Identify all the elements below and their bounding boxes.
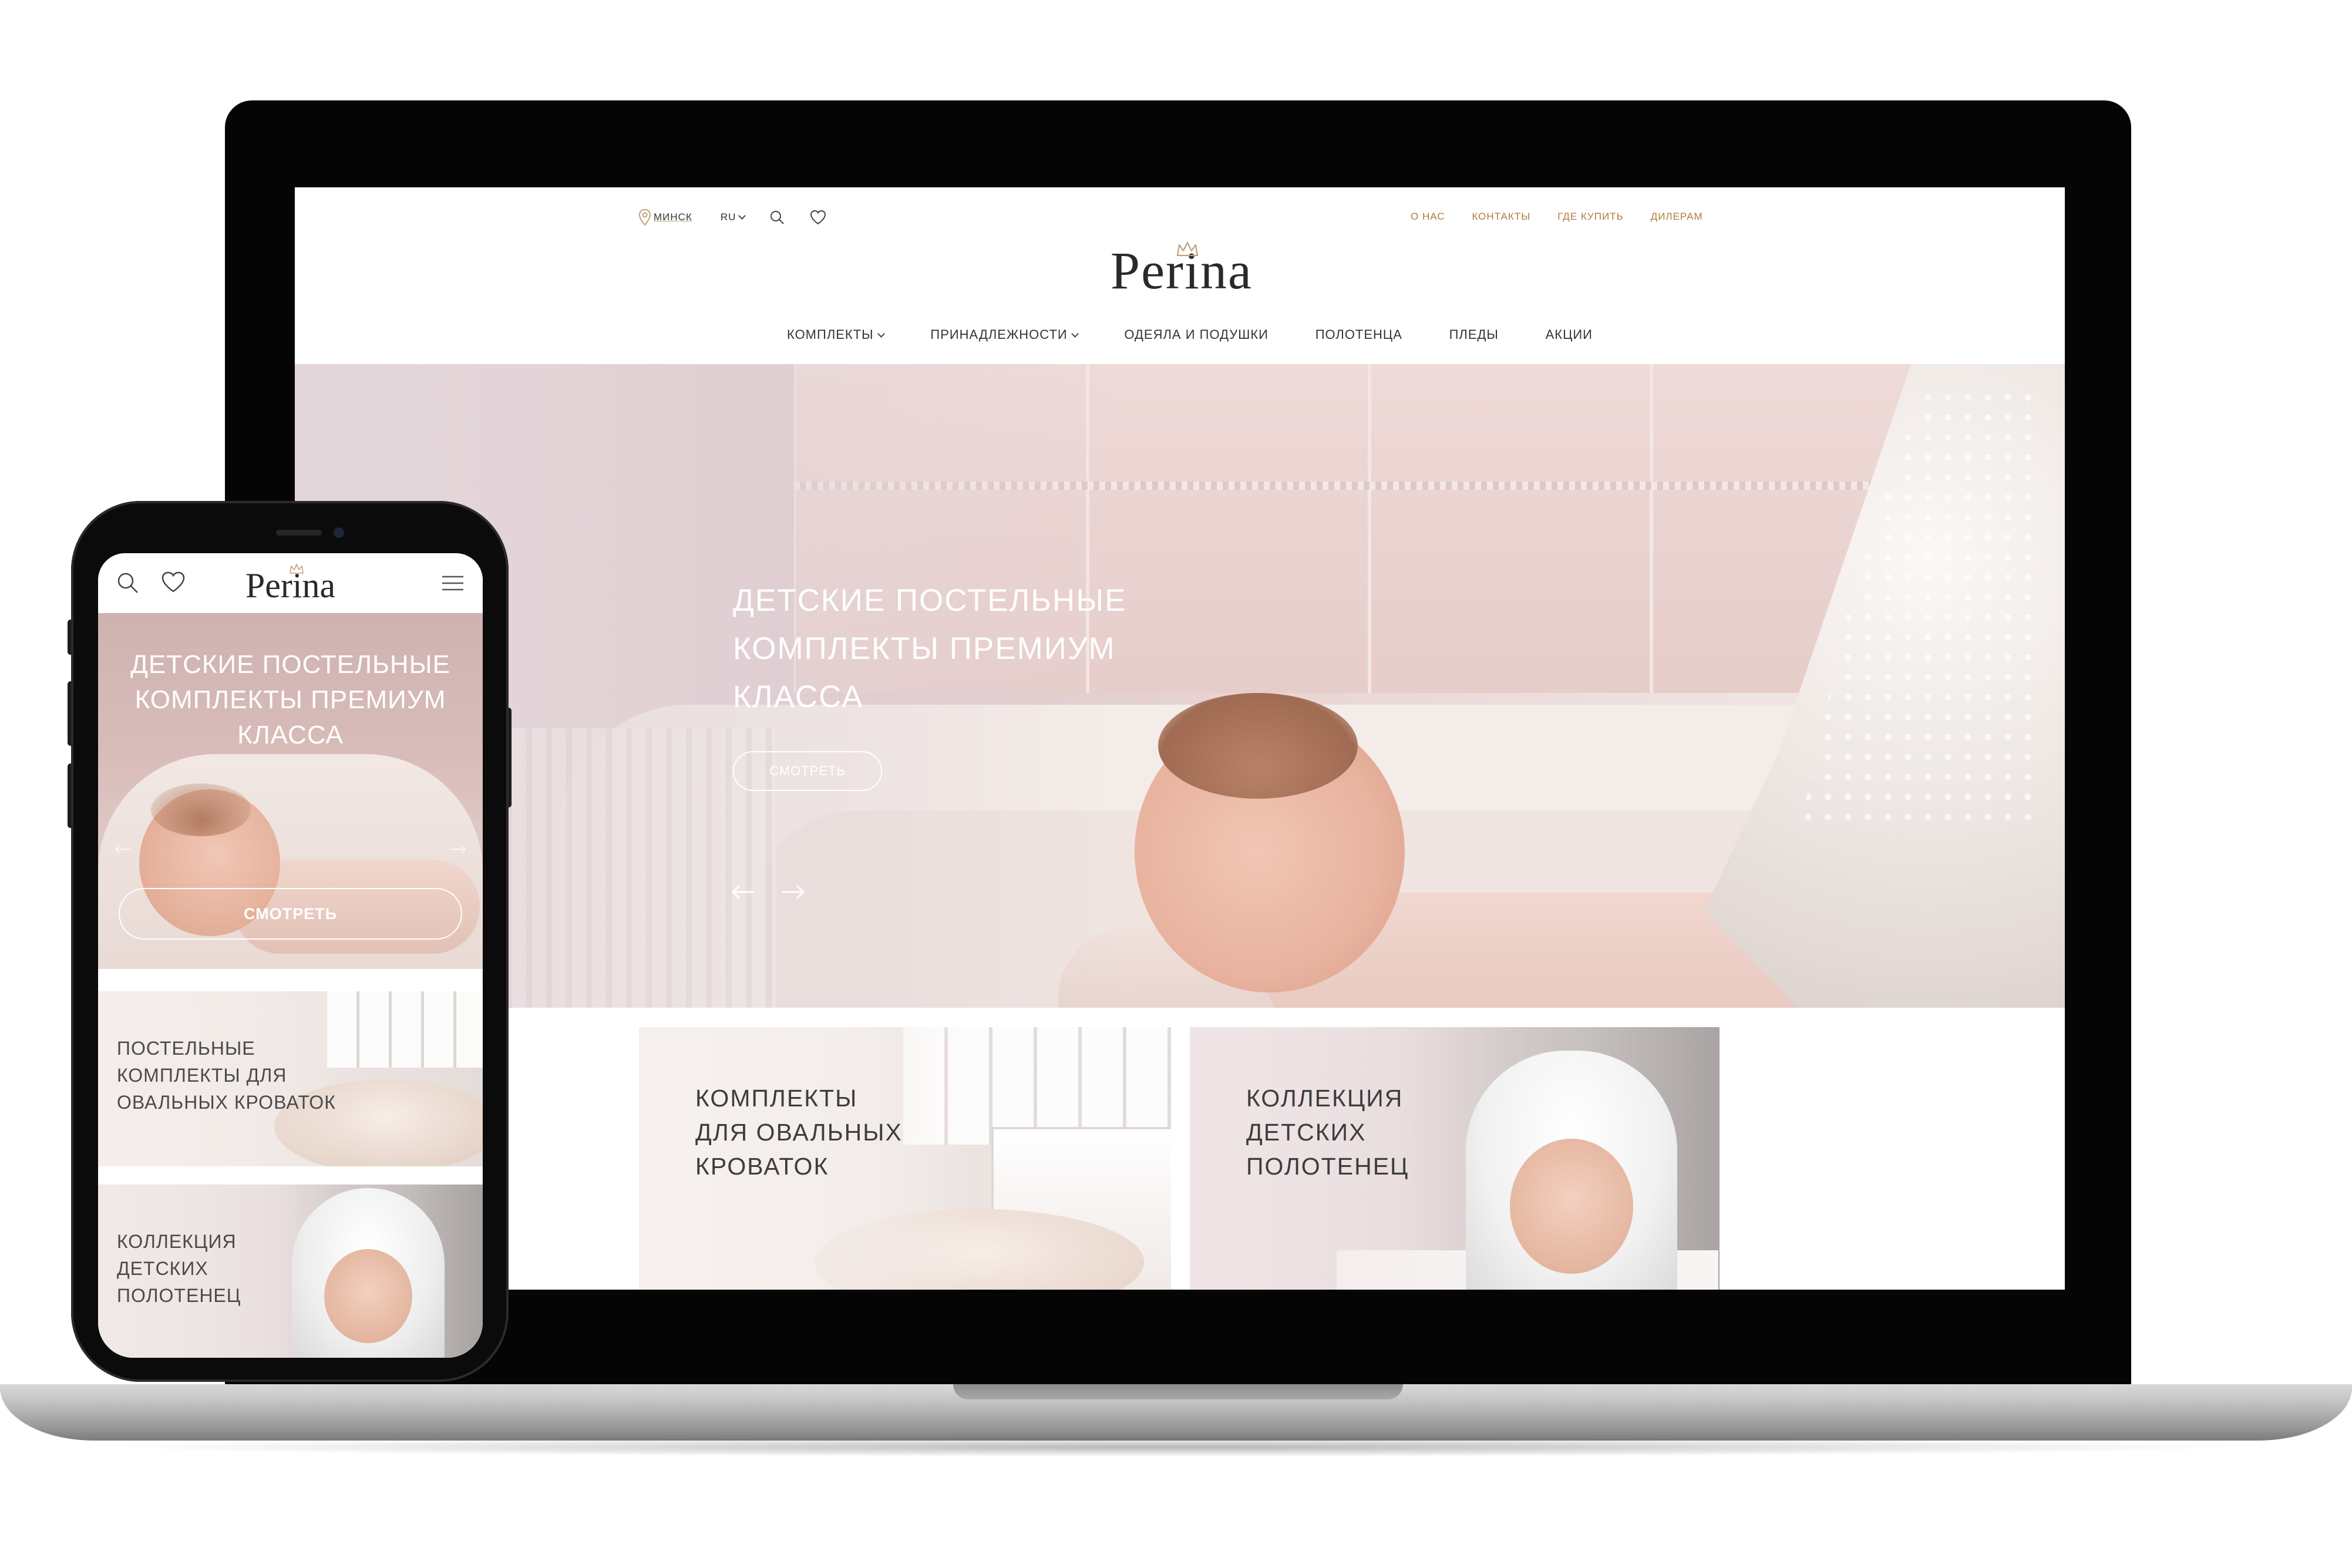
chevron-down-icon [738,212,746,220]
search-icon[interactable] [116,571,139,594]
heart-icon [810,210,826,225]
nav-item-label: КОМПЛЕКТЫ [787,327,874,342]
phone-speaker [276,530,322,536]
favorites-button[interactable] [809,210,827,225]
card-label-line: КОМПЛЕКТЫ [695,1085,858,1112]
hero-photo-panel [1370,364,1651,693]
mobile-hero-title-line: КОМПЛЕКТЫ ПРЕМИУМ [134,685,446,714]
mobile-card-photo-baby-face [324,1249,412,1343]
mobile-hero-photo-baby-hair [151,783,251,836]
hero-title-line: КЛАССА [733,679,864,714]
map-pin-icon[interactable] [638,208,651,226]
card-photo-baby-face [1510,1139,1633,1274]
card-label-line: КОМПЛЕКТЫ ДЛЯ [117,1065,287,1086]
category-card-label: КОМПЛЕКТЫ ДЛЯ ОВАЛЬНЫХ КРОВАТОК [695,1081,903,1183]
utility-bar-left: МИНСК RU [638,208,827,226]
language-label: RU [720,211,736,223]
nav-item-label: ПРИНАДЛЕЖНОСТИ [930,327,1068,342]
link-dealers[interactable]: ДИЛЕРАМ [1651,211,1703,223]
card-label-line: ОВАЛЬНЫХ КРОВАТОК [117,1092,336,1113]
mobile-hero-title-line: ДЕТСКИЕ ПОСТЕЛЬНЫЕ [130,650,450,679]
card-label-line: ПОЛОТЕНЕЦ [117,1285,241,1306]
link-contacts[interactable]: КОНТАКТЫ [1472,211,1530,223]
nav-item-blankets-pillows[interactable]: ОДЕЯЛА И ПОДУШКИ [1124,327,1268,342]
category-card-oval-cribs[interactable]: КОМПЛЕКТЫ ДЛЯ ОВАЛЬНЫХ КРОВАТОК [639,1027,1171,1290]
crown-icon [290,564,304,574]
nav-item-towels[interactable]: ПОЛОТЕНЦА [1315,327,1402,342]
hamburger-menu-icon[interactable] [441,574,465,592]
main-navigation: КОМПЛЕКТЫ ПРИНАДЛЕЖНОСТИ ОДЕЯЛА И ПОДУШК… [787,327,1593,342]
desktop-website: МИНСК RU О НАС КОНТАКТЫ ГДЕ КУПИТЬ ДИЛЕР… [295,187,2065,1290]
mobile-category-card-label: ПОСТЕЛЬНЫЕ КОМПЛЕКТЫ ДЛЯ ОВАЛЬНЫХ КРОВАТ… [117,1035,336,1116]
card-label-line: КОЛЛЕКЦИЯ [1246,1085,1404,1112]
arrow-left-icon[interactable] [115,843,132,855]
mobile-card-photo-window [327,991,483,1068]
crown-icon [1176,241,1199,257]
hero-view-button[interactable]: СМОТРЕТЬ [733,751,882,791]
phone-camera [334,527,344,538]
hero-title-line: КОМПЛЕКТЫ ПРЕМИУМ [733,631,1116,666]
card-label-line: КОЛЛЕКЦИЯ [117,1231,237,1252]
mobile-hero-view-button[interactable]: СМОТРЕТЬ [119,888,462,940]
link-about[interactable]: О НАС [1411,211,1445,223]
search-button[interactable] [769,210,785,225]
city-selector[interactable]: МИНСК [654,211,692,223]
language-selector[interactable]: RU [720,211,746,223]
chevron-down-icon [1071,330,1079,338]
arrow-left-icon[interactable] [731,883,756,901]
hero-title: ДЕТСКИЕ ПОСТЕЛЬНЫЕ КОМПЛЕКТЫ ПРЕМИУМ КЛА… [733,577,1261,721]
mobile-category-card-oval-cribs[interactable]: ПОСТЕЛЬНЫЕ КОМПЛЕКТЫ ДЛЯ ОВАЛЬНЫХ КРОВАТ… [98,991,483,1166]
nav-item-sets[interactable]: КОМПЛЕКТЫ [787,327,885,342]
nav-item-sales[interactable]: АКЦИИ [1546,327,1593,342]
heart-icon[interactable] [160,571,186,593]
card-label-line: КРОВАТОК [695,1153,829,1180]
category-card-label: КОЛЛЕКЦИЯ ДЕТСКИХ ПОЛОТЕНЕЦ [1246,1081,1409,1183]
mobile-header: Perina [98,553,483,613]
mobile-hero-title: ДЕТСКИЕ ПОСТЕЛЬНЫЕ КОМПЛЕКТЫ ПРЕМИУМ КЛА… [98,647,483,753]
mobile-hero-slider: ДЕТСКИЕ ПОСТЕЛЬНЫЕ КОМПЛЕКТЫ ПРЕМИУМ КЛА… [98,613,483,969]
mobile-category-card-towels[interactable]: КОЛЛЕКЦИЯ ДЕТСКИХ ПОЛОТЕНЕЦ [98,1185,483,1358]
laptop-shadow [94,1437,2255,1457]
search-icon [770,211,785,224]
arrow-right-icon[interactable] [449,843,466,855]
card-label-line: ДЕТСКИХ [117,1258,208,1279]
mobile-website: Perina ДЕТСКИЕ ПОСТЕЛЬНЫЕ КОМПЛЕКТЫ ПРЕМ… [98,553,483,1358]
nav-item-plaids[interactable]: ПЛЕДЫ [1449,327,1499,342]
card-label-line: ПОСТЕЛЬНЫЕ [117,1038,255,1059]
card-label-line: ДЛЯ ОВАЛЬНЫХ [695,1119,903,1146]
laptop-hinge-notch [953,1384,1403,1399]
arrow-right-icon[interactable] [780,883,806,901]
card-label-line: ДЕТСКИХ [1246,1119,1367,1146]
mobile-hero-title-line: КЛАССА [237,721,344,749]
nav-item-accessories[interactable]: ПРИНАДЛЕЖНОСТИ [930,327,1079,342]
hero-title-line: ДЕТСКИЕ ПОСТЕЛЬНЫЕ [733,583,1127,618]
link-where-to-buy[interactable]: ГДЕ КУПИТЬ [1557,211,1624,223]
mobile-category-card-label: КОЛЛЕКЦИЯ ДЕТСКИХ ПОЛОТЕНЕЦ [117,1228,241,1309]
card-label-line: ПОЛОТЕНЕЦ [1246,1153,1409,1180]
chevron-down-icon [877,330,885,338]
utility-links: О НАС КОНТАКТЫ ГДЕ КУПИТЬ ДИЛЕРАМ [1411,211,1703,223]
category-card-towels[interactable]: КОЛЛЕКЦИЯ ДЕТСКИХ ПОЛОТЕНЕЦ [1190,1027,1720,1290]
